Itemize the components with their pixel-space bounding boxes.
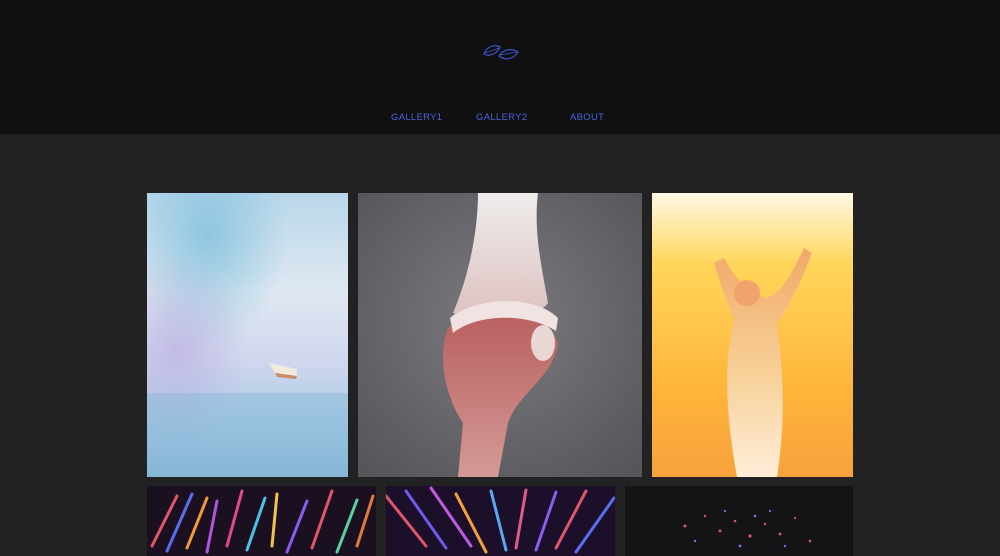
gallery-grid (0, 134, 1000, 556)
logo-icon[interactable] (481, 40, 521, 64)
figure-in-golden-light-painting[interactable] (652, 193, 853, 477)
nav-about-link[interactable]: ABOUT (570, 112, 604, 123)
abstract-strokes-painting-2[interactable] (386, 486, 615, 556)
holding-hands-painting[interactable] (358, 193, 642, 477)
nav-gallery1-link[interactable]: GALLERY1 (391, 112, 442, 123)
abstract-strokes-painting-1[interactable] (147, 486, 376, 556)
nav-gallery2-link[interactable]: GALLERY2 (476, 112, 527, 123)
main-nav: GALLERY1 GALLERY2 ABOUT (0, 112, 1000, 128)
site-header: GALLERY1 GALLERY2 ABOUT (0, 0, 1000, 134)
dark-particles-painting[interactable] (625, 486, 853, 556)
boat-in-mist-painting[interactable] (147, 193, 348, 477)
